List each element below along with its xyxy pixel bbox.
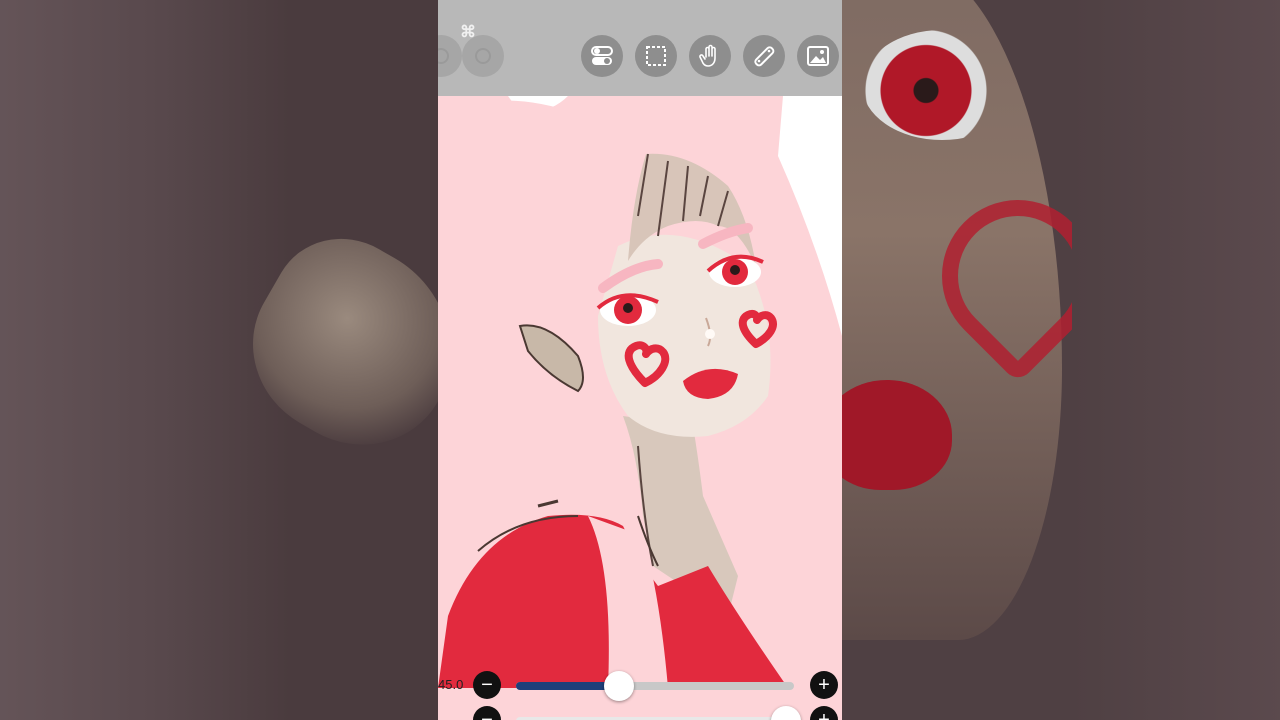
brush-controls: 45.0 − + − +	[438, 664, 842, 720]
size-increase-button[interactable]: +	[810, 671, 838, 699]
size-slider-row: 45.0 − +	[438, 671, 842, 701]
undo-button[interactable]	[438, 35, 462, 77]
opacity-slider-row: − +	[438, 706, 842, 720]
top-toolbar: ⌘	[438, 0, 842, 96]
blurred-hair	[0, 0, 290, 720]
plus-icon: +	[818, 674, 830, 696]
toggle-button[interactable]	[581, 35, 623, 77]
size-decrease-button[interactable]: −	[473, 671, 501, 699]
drawing-app: ⌘ 45.0 − + − +	[438, 0, 842, 720]
blurred-hair-right	[1072, 0, 1280, 720]
ruler-icon	[754, 46, 775, 67]
plus-icon: +	[818, 709, 830, 720]
redo-icon	[475, 48, 491, 64]
image-button[interactable]	[797, 35, 839, 77]
selection-button[interactable]	[635, 35, 677, 77]
drawing-canvas[interactable]	[438, 96, 842, 688]
opacity-increase-button[interactable]: +	[810, 706, 838, 720]
background-right-blur	[842, 0, 1280, 720]
redo-button[interactable]	[462, 35, 504, 77]
selection-icon	[646, 46, 666, 66]
undo-icon	[438, 48, 449, 64]
ruler-button[interactable]	[743, 35, 785, 77]
opacity-decrease-button[interactable]: −	[473, 706, 501, 720]
size-value: 45.0	[438, 677, 464, 692]
image-icon	[807, 46, 829, 66]
hand-button[interactable]	[689, 35, 731, 77]
minus-icon: −	[481, 674, 493, 696]
toggle-icon	[591, 46, 613, 65]
background-left-blur	[0, 0, 438, 720]
hand-icon	[699, 44, 716, 67]
blurred-eye	[862, 30, 1022, 140]
artwork	[438, 96, 842, 688]
size-slider-thumb[interactable]	[603, 671, 634, 701]
opacity-slider-thumb[interactable]	[770, 706, 801, 720]
minus-icon: −	[481, 709, 493, 720]
